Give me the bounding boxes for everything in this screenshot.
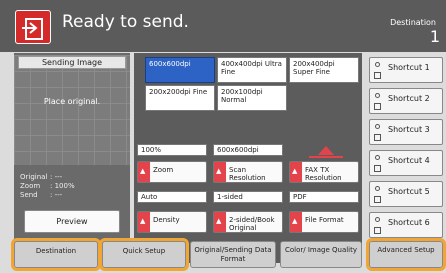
- shortcut-icon: [374, 227, 381, 234]
- up-arrow-icon: [290, 162, 302, 182]
- shortcut-label: Shortcut 1: [388, 63, 430, 72]
- resolution-option-200x400[interactable]: 200x400dpi Super Fine: [289, 57, 359, 83]
- shortcut-icon: [374, 196, 381, 203]
- sending-image-preview: Sending Image Place original.: [14, 55, 130, 165]
- fax-tx-resolution-button-label: FAX TX Resolution: [305, 166, 342, 182]
- shortcut-label: Shortcut 4: [388, 156, 430, 165]
- tab-quick-setup[interactable]: Quick Setup: [99, 238, 189, 271]
- scan-resolution-current-value: 600x600dpi: [213, 144, 283, 156]
- quick-setup-panel: 600x600dpi 400x400dpi Ultra Fine 200x400…: [134, 53, 362, 263]
- radio-icon: [375, 93, 380, 98]
- fax-tx-resolution-button[interactable]: FAX TX Resolution: [289, 161, 359, 183]
- active-indicator-bar: [309, 156, 343, 158]
- radio-icon: [375, 62, 380, 67]
- shortcut-icon: [374, 103, 381, 110]
- resolution-option-200x100[interactable]: 200x100dpi Normal: [217, 85, 287, 111]
- info-label: Original: [20, 173, 48, 181]
- radio-icon: [375, 155, 380, 160]
- shortcut-label: Shortcut 6: [388, 218, 430, 227]
- tab-color-image-quality[interactable]: Color/ Image Quality: [280, 241, 362, 268]
- zoom-button-label: Zoom: [153, 166, 174, 174]
- shortcut-icon: [374, 72, 381, 79]
- active-indicator-icon: [318, 146, 334, 155]
- shortcut-1-button[interactable]: Shortcut 1: [369, 57, 443, 83]
- up-arrow-icon: [138, 162, 150, 182]
- radio-icon: [375, 217, 380, 222]
- radio-icon: [375, 124, 380, 129]
- scan-resolution-button[interactable]: Scan Resolution: [213, 161, 283, 183]
- tab-advanced-setup[interactable]: Advanced Setup: [366, 238, 446, 271]
- shortcut-5-button[interactable]: Shortcut 5: [369, 181, 443, 207]
- info-value: : ---: [50, 191, 63, 199]
- density-button-label: Density: [153, 216, 180, 224]
- place-original-message: Place original.: [43, 97, 101, 106]
- original-info: Original: --- Zoom: 100% Send: ---: [20, 173, 80, 200]
- file-format-button[interactable]: File Format: [289, 211, 359, 233]
- up-arrow-icon: [214, 162, 226, 182]
- sided-current-value: 1-sided: [213, 191, 283, 203]
- destination-label: Destination: [390, 18, 436, 27]
- radio-icon: [375, 186, 380, 191]
- resolution-option-600x600[interactable]: 600x600dpi: [145, 57, 215, 83]
- resolution-option-200x200[interactable]: 200x200dpi Fine: [145, 85, 215, 111]
- header: Ready to send. Destination 1: [0, 0, 446, 52]
- shortcut-6-button[interactable]: Shortcut 6: [369, 212, 443, 238]
- info-label: Zoom: [20, 182, 41, 190]
- destination-count: 1: [429, 27, 440, 46]
- tab-original-sending-data-format[interactable]: Original/Sending Data Format: [190, 241, 276, 268]
- shortcut-icon: [374, 165, 381, 172]
- density-current-value: Auto: [137, 191, 207, 203]
- shortcut-label: Shortcut 3: [388, 125, 430, 134]
- shortcut-label: Shortcut 5: [388, 187, 430, 196]
- shortcut-3-button[interactable]: Shortcut 3: [369, 119, 443, 145]
- zoom-button[interactable]: Zoom: [137, 161, 207, 183]
- info-value: : 100%: [50, 182, 75, 190]
- info-value: : ---: [50, 173, 63, 181]
- tab-destination[interactable]: Destination: [11, 238, 101, 271]
- info-label: Send: [20, 191, 38, 199]
- up-arrow-icon: [214, 212, 226, 232]
- shortcut-label: Shortcut 2: [388, 94, 430, 103]
- file-format-current-value: PDF: [289, 191, 359, 203]
- sending-image-header: Sending Image: [18, 56, 126, 69]
- resolution-option-400x400[interactable]: 400x400dpi Ultra Fine: [217, 57, 287, 83]
- shortcuts-panel: Shortcut 1 Shortcut 2 Shortcut 3 Shortcu…: [366, 53, 446, 263]
- status-title: Ready to send.: [62, 12, 189, 32]
- file-format-button-label: File Format: [305, 216, 344, 224]
- density-button[interactable]: Density: [137, 211, 207, 233]
- duplex-book-original-button-label: 2-sided/Book Original: [229, 216, 275, 232]
- shortcut-4-button[interactable]: Shortcut 4: [369, 150, 443, 176]
- up-arrow-icon: [138, 212, 150, 232]
- shortcut-2-button[interactable]: Shortcut 2: [369, 88, 443, 114]
- scan-resolution-button-label: Scan Resolution: [229, 166, 266, 182]
- send-logo-icon: [15, 10, 51, 44]
- shortcut-icon: [374, 134, 381, 141]
- duplex-book-original-button[interactable]: 2-sided/Book Original: [213, 211, 283, 233]
- preview-button[interactable]: Preview: [24, 210, 120, 233]
- tab-bar: Destination Quick Setup Original/Sending…: [0, 238, 446, 273]
- left-panel: Sending Image Place original. Original: …: [14, 53, 130, 263]
- up-arrow-icon: [290, 212, 302, 232]
- zoom-current-value: 100%: [137, 144, 207, 156]
